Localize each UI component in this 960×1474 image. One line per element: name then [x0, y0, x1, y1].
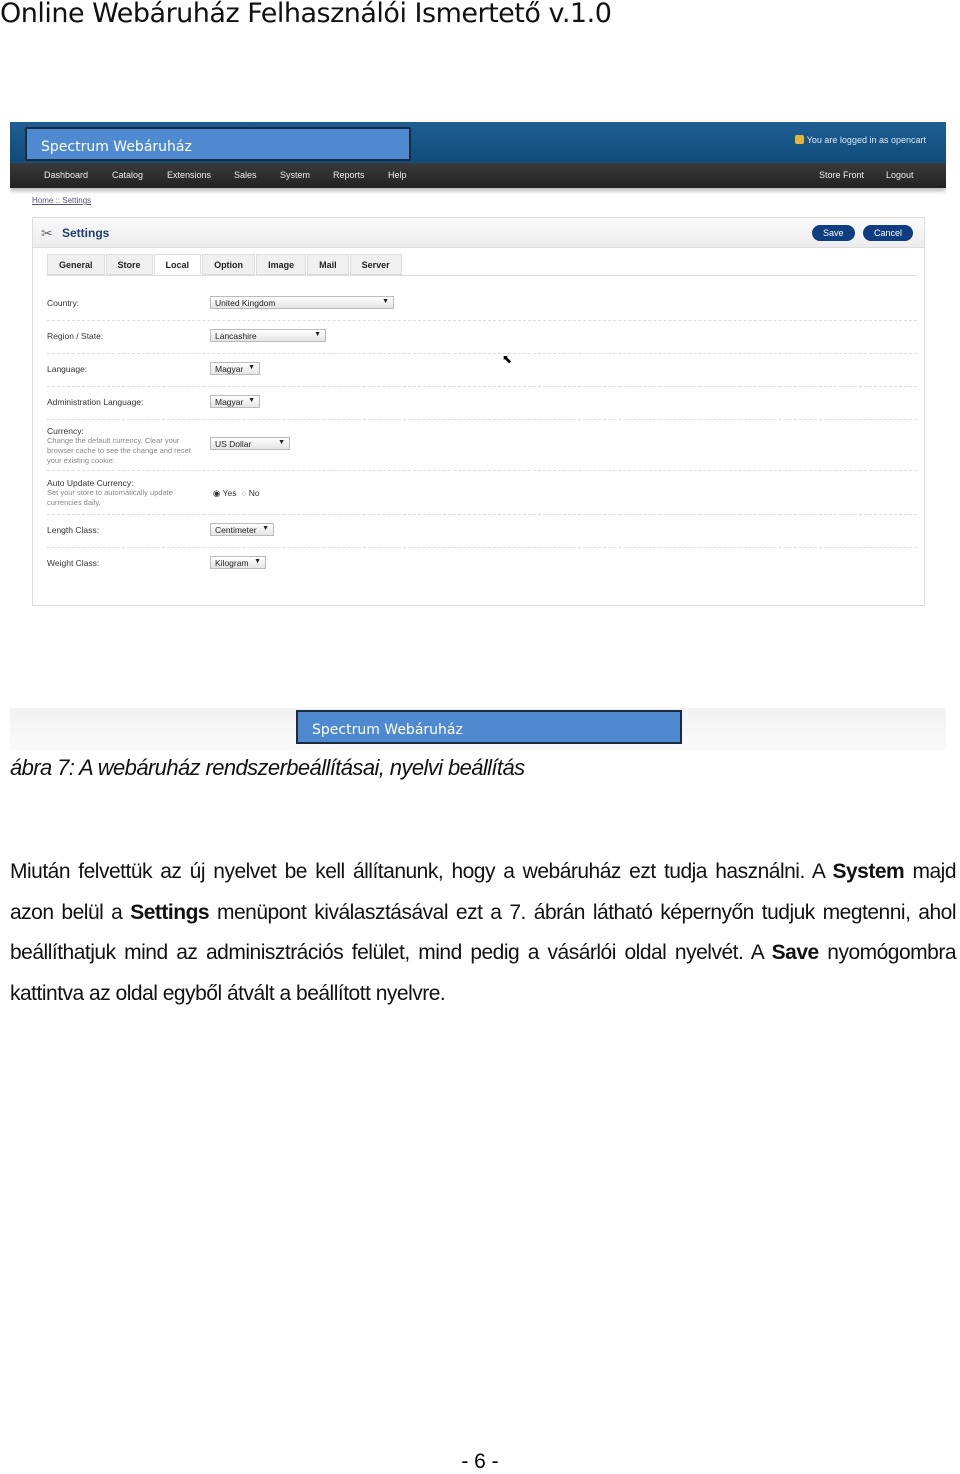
cancel-button[interactable]: Cancel [863, 225, 914, 241]
admin-language-row: Administration Language: Magyar ▼ [47, 387, 917, 420]
chevron-down-icon: ▼ [314, 331, 321, 338]
radio-yes[interactable]: ◉ [213, 488, 220, 498]
nav-catalog[interactable]: Catalog [112, 170, 143, 180]
tab-image[interactable]: Image [256, 254, 307, 275]
tab-mail[interactable]: Mail [307, 254, 349, 275]
login-status: You are logged in as opencart [794, 135, 926, 145]
currency-value: US Dollar [215, 439, 252, 449]
region-label: Region / State: [47, 331, 104, 341]
nav-store-front[interactable]: Store Front [819, 170, 864, 180]
radio-no-label: No [248, 488, 260, 498]
language-row: Language: Magyar ▼ [47, 354, 917, 387]
auto-update-label: Auto Update Currency: [47, 478, 134, 488]
admin-language-value: Magyar [215, 397, 244, 407]
lock-icon [794, 135, 804, 144]
length-row: Length Class: Centimeter ▼ [47, 515, 917, 548]
tab-store[interactable]: Store [105, 254, 153, 275]
currency-label: Currency: [47, 426, 84, 436]
tab-option[interactable]: Option [202, 254, 256, 275]
country-value: United Kingdom [215, 298, 276, 308]
length-label: Length Class: [47, 525, 99, 535]
main-nav: Dashboard Catalog Extensions Sales Syste… [10, 163, 946, 188]
language-select[interactable]: Magyar ▼ [210, 362, 260, 375]
save-button[interactable]: Save [812, 225, 855, 241]
document-header: Online Webáruház Felhasználói Ismertető … [0, 0, 612, 29]
chevron-down-icon: ▼ [248, 397, 255, 404]
chevron-down-icon: ▼ [254, 558, 261, 565]
settings-panel: ✂ Settings Save Cancel General Store Loc… [32, 217, 925, 606]
weight-select[interactable]: Kilogram ▼ [210, 556, 266, 569]
nav-logout[interactable]: Logout [886, 170, 914, 180]
tools-icon: ✂ [41, 225, 53, 241]
nav-sales[interactable]: Sales [234, 170, 257, 180]
figure-caption: ábra 7: A webáruház rendszerbeállításai,… [10, 755, 525, 780]
nav-help[interactable]: Help [388, 170, 407, 180]
chevron-down-icon: ▼ [262, 525, 269, 532]
nav-system[interactable]: System [280, 170, 310, 180]
auto-update-label-group: Auto Update Currency: Set your store to a… [47, 478, 197, 508]
weight-value: Kilogram [215, 558, 249, 568]
chevron-down-icon: ▼ [248, 364, 255, 371]
admin-language-select[interactable]: Magyar ▼ [210, 395, 260, 408]
mouse-cursor-icon: ⬉ [502, 352, 513, 366]
country-row: Country: United Kingdom ▼ [47, 288, 917, 321]
bold-system: System [832, 860, 905, 883]
nav-reports[interactable]: Reports [333, 170, 365, 180]
chevron-down-icon: ▼ [382, 298, 389, 305]
admin-language-label: Administration Language: [47, 397, 144, 407]
nav-dashboard[interactable]: Dashboard [44, 170, 88, 180]
login-text: You are logged in as opencart [806, 135, 926, 145]
currency-hint: Change the default currency. Clear your … [47, 436, 191, 465]
settings-tabs: General Store Local Option Image Mail Se… [47, 254, 917, 276]
language-label: Language: [47, 364, 88, 374]
page-number: - 6 - [461, 1450, 499, 1473]
text: Miután felvettük az új nyelvet be kell á… [10, 860, 833, 883]
weight-label: Weight Class: [47, 558, 100, 568]
auto-update-hint: Set your store to automatically update c… [47, 488, 173, 507]
nav-extensions[interactable]: Extensions [167, 170, 211, 180]
brand-box: Spectrum Webáruház [25, 127, 411, 161]
region-row: Region / State: Lancashire ▼ [47, 321, 917, 354]
tab-server[interactable]: Server [349, 254, 402, 275]
length-value: Centimeter [215, 525, 257, 535]
brand-box-bottom: Spectrum Webáruház [296, 710, 682, 744]
breadcrumb[interactable]: Home :: Settings [32, 196, 91, 205]
region-value: Lancashire [215, 331, 257, 341]
country-label: Country: [47, 298, 80, 308]
settings-screenshot: Spectrum Webáruház You are logged in as … [10, 122, 946, 750]
panel-header: ✂ Settings Save Cancel [33, 218, 924, 248]
tab-local[interactable]: Local [153, 254, 202, 275]
chevron-down-icon: ▼ [278, 439, 285, 446]
currency-select[interactable]: US Dollar ▼ [210, 437, 290, 450]
language-value: Magyar [215, 364, 244, 374]
panel-title: Settings [62, 226, 110, 240]
admin-header: Spectrum Webáruház You are logged in as … [10, 122, 946, 163]
tab-general[interactable]: General [47, 254, 105, 275]
auto-update-row: Auto Update Currency: Set your store to a… [47, 471, 917, 515]
currency-row: Currency: Change the default currency. Cl… [47, 420, 917, 471]
region-select[interactable]: Lancashire ▼ [210, 329, 326, 342]
length-select[interactable]: Centimeter ▼ [210, 523, 274, 536]
country-select[interactable]: United Kingdom ▼ [210, 296, 394, 309]
bold-save: Save [771, 941, 820, 964]
auto-update-radios: ◉ Yes ○ No [213, 488, 260, 499]
weight-row: Weight Class: Kilogram ▼ [47, 548, 917, 581]
body-paragraph: Miután felvettük az új nyelvet be kell á… [10, 852, 957, 1014]
bold-settings: Settings [130, 900, 210, 924]
radio-no[interactable]: ○ [241, 488, 246, 498]
currency-label-group: Currency: Change the default currency. Cl… [47, 426, 197, 466]
radio-yes-label: Yes [222, 488, 237, 498]
